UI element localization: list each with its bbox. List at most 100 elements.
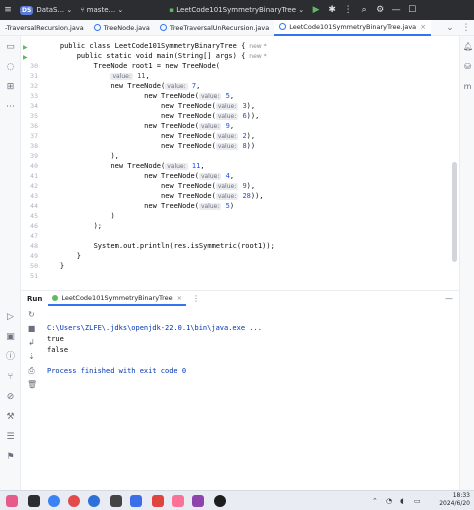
tray-chevron-icon[interactable]: ⌃ (372, 497, 378, 505)
trash-icon[interactable]: 🗑︎ (27, 380, 37, 389)
soft-wrap-icon[interactable]: ↲ (27, 338, 36, 347)
todo-icon[interactable]: ☰ (5, 432, 16, 443)
code-line-50: } (59, 262, 65, 270)
notifications-icon[interactable]: ⚑ (5, 452, 16, 463)
more-icon[interactable]: ⋮ (192, 294, 200, 303)
project-selector[interactable]: DS DataS... ⌄ (16, 0, 76, 20)
terminal-icon[interactable]: ▣ (5, 332, 16, 343)
settings-icon[interactable]: ⚙ (372, 0, 388, 20)
line-number: 31 (30, 72, 38, 80)
code-line-31: value: 11, (110, 72, 150, 80)
volume-icon[interactable]: ◖ (400, 497, 404, 505)
code-line-44: new TreeNode(value: 5) (144, 202, 235, 210)
title-bar: ≡ DS DataS... ⌄ ⑂ maste... ⌄ ▪ LeetCode1… (0, 0, 474, 20)
editor-scrollbar[interactable] (452, 162, 457, 262)
code-line-43: new TreeNode(value: 28)), (161, 192, 264, 200)
run-tab-label: LeetCode101SymmetryBinaryTree (61, 293, 173, 302)
services-icon[interactable]: ⊘ (5, 392, 16, 403)
usages-hint[interactable]: new * (249, 43, 266, 50)
close-icon[interactable]: × (420, 23, 426, 31)
tab-list-icon[interactable]: ⌄ (442, 20, 458, 36)
build-icon[interactable]: ⚒ (5, 412, 16, 423)
class-icon (93, 24, 101, 31)
structure-icon[interactable]: ⊞ (5, 82, 16, 93)
app-icon[interactable] (214, 495, 226, 507)
close-icon[interactable]: × (177, 294, 182, 302)
code-editor[interactable]: 30 31 32 33 34 35 36 37 38 39 40 41 42 43 44 45 46 47 48 49… (21, 36, 459, 285)
tab-treenode[interactable]: TreeNode.java (89, 20, 155, 36)
run-console[interactable]: ↻ ■ ↲ ⇣ ⎙ 🗑︎ C:\Users\ZLFE\.jdks\openjdk… (21, 306, 459, 490)
class-icon (159, 24, 167, 31)
console-exit-line: Process finished with exit code 0 (47, 367, 187, 375)
app-icon[interactable] (192, 495, 204, 507)
run-main-icon[interactable]: ▶ (23, 54, 28, 61)
taskbar-clock[interactable]: 18:33 2024/6/20 (439, 492, 470, 508)
rerun-icon[interactable]: ↻ (27, 310, 36, 319)
search-icon[interactable]: ⌕ (356, 0, 372, 20)
database-icon[interactable]: ⛁ (463, 62, 472, 71)
app-icon[interactable] (130, 495, 142, 507)
app-icon[interactable] (6, 495, 18, 507)
left-tool-strip: ▭ ◌ ⊞ ⋯ ▷ ▣ ⓘ ⑂ ⊘ ⚒ ☰ ⚑ (0, 36, 21, 490)
app-icon[interactable] (110, 495, 122, 507)
line-number: 51 (30, 272, 38, 280)
run-config-icon: ▪ (169, 6, 177, 14)
maximize-icon[interactable]: ☐ (404, 0, 420, 20)
run-panel-header: Run LeetCode101SymmetryBinaryTree × ⋮ — (21, 290, 459, 306)
commit-icon[interactable]: ◌ (5, 62, 16, 73)
code-line-41: new TreeNode(value: 4, (144, 172, 235, 180)
line-number: 49 (30, 252, 38, 260)
code-line-34: new TreeNode(value: 3), (161, 102, 256, 110)
tab-label: TreeTraversalUnRecursion.java (169, 23, 270, 32)
line-number: 41 (30, 172, 38, 180)
maven-icon[interactable]: m (463, 82, 472, 91)
debug-icon[interactable]: ✱ (324, 0, 340, 20)
tab-traversal-recursion[interactable]: -TraversalRecursion.java (0, 20, 89, 36)
code-line-39: ), (110, 152, 119, 160)
branch-name: maste... (86, 6, 116, 14)
more-icon[interactable]: ⋮ (340, 0, 356, 20)
line-number: 43 (30, 192, 38, 200)
app-icon[interactable] (172, 495, 184, 507)
run-tool-icon[interactable]: ▷ (5, 312, 16, 323)
code-line-32: new TreeNode(value: 7, (110, 82, 201, 90)
minimize-icon[interactable]: — (388, 0, 404, 20)
network-icon[interactable]: ◔ (386, 497, 392, 505)
app-icon[interactable] (28, 495, 40, 507)
more-icon[interactable]: ⋮ (458, 20, 474, 36)
line-number: 30 (30, 62, 38, 70)
project-icon[interactable]: ▭ (5, 42, 16, 53)
run-class-icon[interactable]: ▶ (23, 44, 28, 51)
line-number: 47 (30, 232, 38, 240)
menu-icon[interactable]: ≡ (0, 0, 16, 20)
line-number: 35 (30, 112, 38, 120)
problems-icon[interactable]: ⓘ (5, 352, 16, 363)
usages-hint[interactable]: new * (249, 53, 266, 60)
notifications-icon[interactable]: 🔔︎ (463, 42, 473, 51)
more-tools-icon[interactable]: ⋯ (5, 102, 16, 113)
git-icon[interactable]: ⑂ (5, 372, 16, 383)
line-number: 46 (30, 222, 38, 230)
print-icon[interactable]: ⎙ (27, 366, 36, 375)
app-icon[interactable] (48, 495, 60, 507)
tab-leetcode101[interactable]: LeetCode101SymmetryBinaryTree.java × (274, 19, 432, 36)
tab-label: -TraversalRecursion.java (5, 23, 84, 32)
scroll-to-end-icon[interactable]: ⇣ (27, 352, 36, 361)
app-icon[interactable] (88, 495, 100, 507)
line-number: 37 (30, 132, 38, 140)
console-output-line: true (47, 335, 64, 343)
app-icon[interactable] (68, 495, 80, 507)
console-command-line: C:\Users\ZLFE\.jdks\openjdk-22.0.1\bin\j… (47, 324, 262, 332)
run-panel-title: Run (27, 294, 43, 303)
tab-label: TreeNode.java (103, 23, 150, 32)
run-icon[interactable]: ▶ (308, 0, 324, 20)
run-config-selector[interactable]: ▪ LeetCode101SymmetryBinaryTree ⌄ (165, 0, 308, 20)
code-line-38: new TreeNode(value: 8)) (161, 142, 256, 150)
tab-tree-traversal-unrecursion[interactable]: TreeTraversalUnRecursion.java (155, 20, 274, 36)
hide-panel-icon[interactable]: — (445, 294, 453, 303)
run-tab[interactable]: LeetCode101SymmetryBinaryTree × (48, 292, 187, 306)
stop-icon[interactable]: ■ (27, 324, 36, 333)
app-icon[interactable] (152, 495, 164, 507)
battery-icon[interactable]: ▭ (414, 497, 421, 505)
branch-selector[interactable]: ⑂ maste... ⌄ (76, 0, 127, 20)
